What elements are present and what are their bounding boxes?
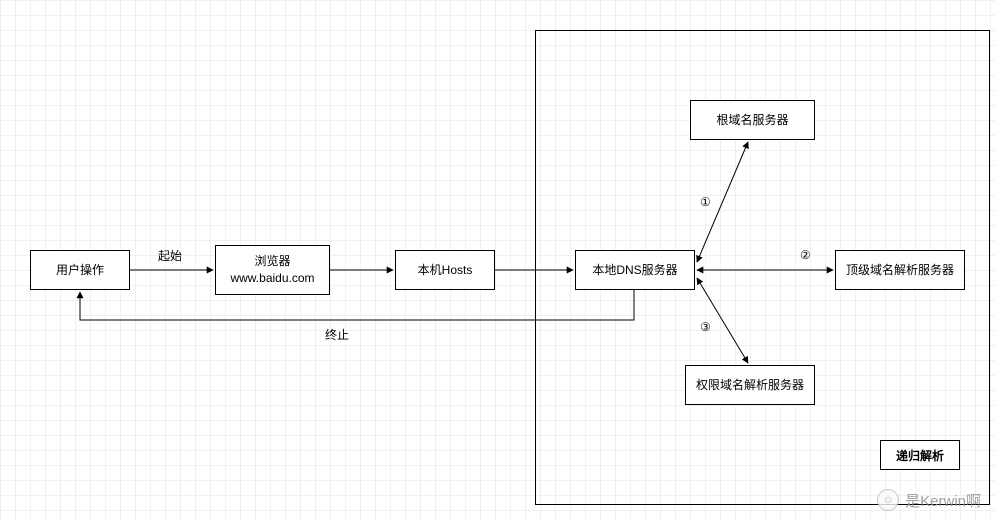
node-label: 根域名服务器: [716, 112, 788, 129]
node-label: 本地DNS服务器: [592, 262, 677, 279]
node-root-server: 根域名服务器: [690, 100, 815, 140]
node-sublabel: www.baidu.com: [230, 270, 314, 287]
node-label: 浏览器: [254, 253, 290, 270]
node-user-action: 用户操作: [30, 250, 130, 290]
watermark-text: 是Kerwin啊: [905, 490, 981, 511]
node-label: 本机Hosts: [418, 262, 473, 279]
edge-label-end: 终止: [325, 326, 349, 343]
watermark-logo-icon: ☺: [877, 489, 899, 511]
node-local-dns: 本地DNS服务器: [575, 250, 695, 290]
node-label: 用户操作: [56, 262, 104, 279]
step-label-3: ③: [700, 320, 711, 334]
watermark: ☺ 是Kerwin啊: [877, 489, 981, 511]
edge-label-start: 起始: [158, 247, 182, 264]
node-auth-server: 权限域名解析服务器: [685, 365, 815, 405]
recursive-label-box: 递归解析: [880, 440, 960, 470]
node-local-hosts: 本机Hosts: [395, 250, 495, 290]
recursive-label: 递归解析: [896, 447, 944, 464]
node-tld-server: 顶级域名解析服务器: [835, 250, 965, 290]
node-browser: 浏览器 www.baidu.com: [215, 245, 330, 295]
step-label-1: ①: [700, 195, 711, 209]
node-label: 权限域名解析服务器: [696, 377, 804, 394]
node-label: 顶级域名解析服务器: [846, 262, 954, 279]
step-label-2: ②: [800, 248, 811, 262]
